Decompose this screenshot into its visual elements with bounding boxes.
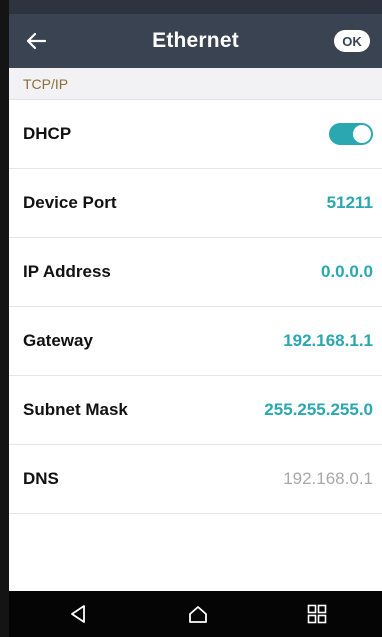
subnet-mask-label: Subnet Mask [23, 400, 128, 419]
grid-apps-icon [307, 604, 327, 624]
nav-home-button[interactable] [183, 599, 213, 629]
row-subnet-mask[interactable]: Subnet Mask 255.255.255.0 [9, 376, 382, 445]
section-title: TCP/IP [23, 75, 69, 92]
status-strip [9, 0, 382, 14]
row-device-port[interactable]: Device Port 51211 [9, 169, 382, 238]
nav-back-button[interactable] [63, 599, 93, 629]
nav-apps-button[interactable] [302, 599, 332, 629]
device-port-label: Device Port [23, 193, 117, 212]
row-dhcp[interactable]: DHCP [9, 100, 382, 169]
home-icon [189, 606, 207, 623]
system-nav-bar [9, 591, 382, 637]
row-ip-address[interactable]: IP Address 0.0.0.0 [9, 238, 382, 307]
toggle-knob [353, 125, 371, 143]
header-bar: Ethernet OK [9, 14, 382, 68]
ip-address-value: 0.0.0.0 [321, 262, 373, 281]
ok-button[interactable]: OK [334, 30, 370, 52]
dhcp-label: DHCP [23, 124, 72, 143]
dhcp-toggle[interactable] [329, 123, 373, 145]
dns-value: 192.168.0.1 [283, 469, 373, 488]
row-dns[interactable]: DNS 192.168.0.1 [9, 445, 382, 514]
ip-address-label: IP Address [23, 262, 111, 281]
row-gateway[interactable]: Gateway 192.168.1.1 [9, 307, 382, 376]
page-title: Ethernet [152, 29, 239, 52]
gateway-value: 192.168.1.1 [283, 331, 373, 350]
subnet-mask-value: 255.255.255.0 [264, 400, 373, 419]
back-button[interactable] [21, 26, 51, 56]
gateway-label: Gateway [23, 331, 93, 350]
dns-label: DNS [23, 469, 59, 488]
triangle-back-icon [71, 605, 85, 623]
device-port-value: 51211 [326, 193, 373, 212]
section-header-tcpip: TCP/IP [9, 68, 382, 100]
arrow-left-icon [26, 32, 47, 50]
